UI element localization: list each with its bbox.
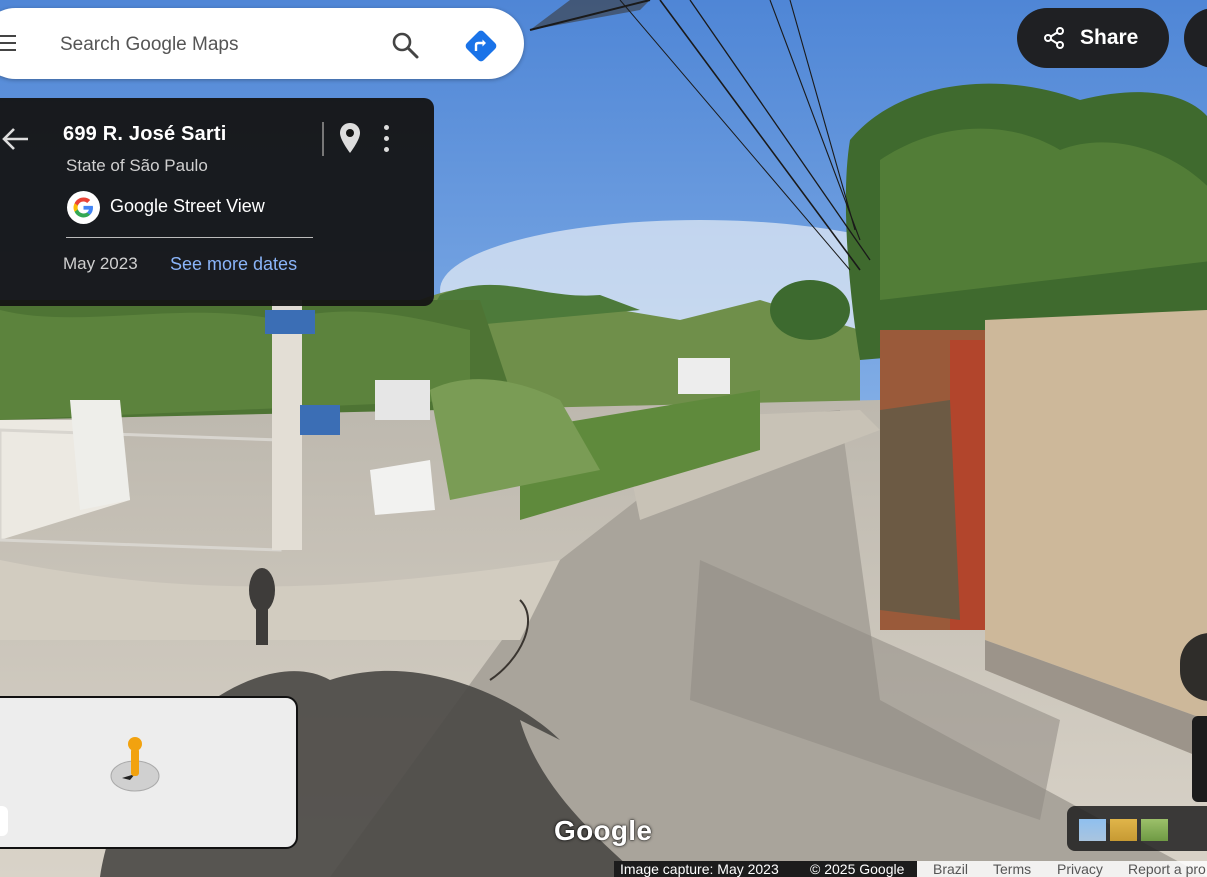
mini-map[interactable] [0, 696, 298, 849]
country-link[interactable]: Brazil [933, 862, 968, 876]
share-button[interactable]: Share [1017, 8, 1169, 68]
google-watermark: Google [554, 815, 653, 846]
region-label: State of São Paulo [66, 156, 208, 175]
copyright-label: © 2025 Google [810, 861, 905, 877]
search-bar [0, 8, 524, 79]
card-divider [322, 122, 324, 156]
location-info-card: 699 R. José Sarti State of São Paulo Goo… [0, 98, 434, 306]
pegman-icon [108, 734, 162, 801]
zoom-controls[interactable] [1192, 716, 1207, 802]
map-pin-icon[interactable] [339, 122, 361, 159]
search-icon[interactable] [390, 30, 422, 62]
back-arrow-icon[interactable] [0, 126, 30, 152]
capture-date: May 2023 [63, 254, 138, 273]
privacy-link[interactable]: Privacy [1057, 862, 1103, 876]
directions-icon[interactable] [464, 29, 498, 63]
photo-thumbnails [1067, 806, 1207, 851]
share-icon [1044, 27, 1064, 49]
thumbnail-1[interactable] [1079, 819, 1106, 841]
image-capture-label: Image capture: May 2023 [620, 861, 779, 877]
source-label: Google Street View [110, 196, 265, 216]
more-vert-icon[interactable] [380, 124, 392, 154]
address-title: 699 R. José Sarti [63, 123, 227, 145]
report-link[interactable]: Report a pro [1128, 862, 1206, 876]
menu-icon[interactable] [0, 35, 16, 51]
thumbnail-3[interactable] [1141, 819, 1168, 841]
google-g-icon [67, 191, 100, 224]
search-input[interactable] [58, 31, 362, 59]
share-label: Share [1080, 26, 1139, 49]
see-more-dates-link[interactable]: See more dates [170, 254, 297, 275]
thumbnail-2[interactable] [1110, 819, 1137, 841]
card-separator [66, 237, 313, 238]
terms-link[interactable]: Terms [993, 862, 1031, 876]
expand-icon[interactable] [0, 806, 8, 836]
footer-bar: Image capture: May 2023 © 2025 Google Br… [614, 861, 1207, 877]
